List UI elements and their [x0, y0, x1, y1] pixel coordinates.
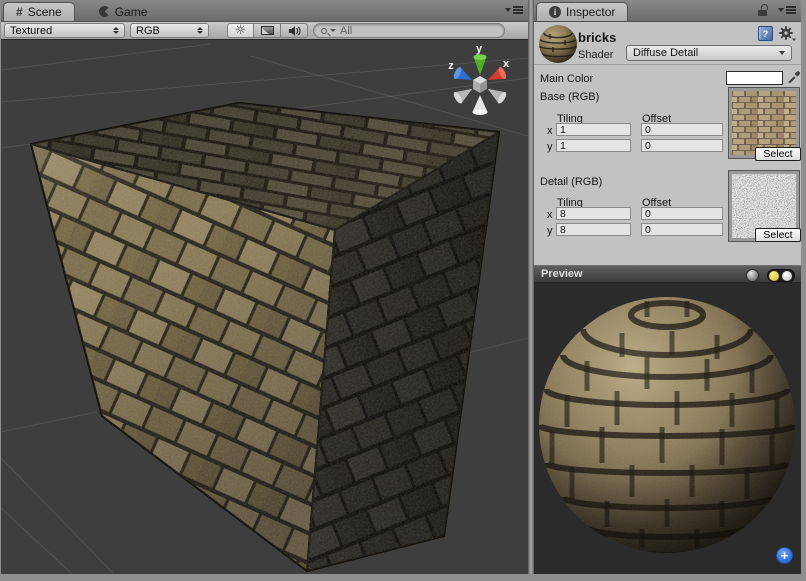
- light-on-icon: [769, 271, 779, 281]
- main-color-label: Main Color: [540, 73, 593, 85]
- detail-offset-x-input[interactable]: [641, 207, 723, 220]
- gizmo-z-label: z: [448, 60, 454, 72]
- search-icon: [321, 28, 327, 34]
- tab-scene[interactable]: # Scene: [3, 2, 75, 21]
- sun-icon: ☼: [235, 24, 247, 37]
- inspector-panel: i Inspector: [534, 0, 801, 574]
- detail-tiling-x-input[interactable]: [556, 207, 631, 220]
- scene-tabbar: # Scene Game: [1, 0, 528, 22]
- base-offset-x-input[interactable]: [641, 123, 723, 136]
- cube-grain-overlay: [31, 103, 499, 571]
- detail-select-button[interactable]: Select: [755, 228, 801, 242]
- preview-shape-button[interactable]: [746, 269, 759, 282]
- audio-toggle-button[interactable]: [281, 23, 308, 38]
- material-inspector: bricks Shader Diffuse Detail ?: [534, 22, 801, 265]
- base-tiling-y-input[interactable]: [556, 139, 631, 152]
- preview-add-button[interactable]: +: [776, 547, 793, 564]
- gizmo-x-label: x: [503, 58, 510, 70]
- help-icon[interactable]: ?: [758, 26, 773, 41]
- lock-icon[interactable]: [758, 4, 769, 17]
- base-select-button[interactable]: Select: [755, 147, 801, 161]
- material-preview-thumbnail: [538, 24, 578, 64]
- lighting-toggle-button[interactable]: ☼: [227, 23, 254, 38]
- tab-scene-label: Scene: [28, 5, 62, 19]
- gizmo-center-cube[interactable]: [473, 76, 487, 93]
- scene-panel: # Scene Game Textured RGB ☼: [1, 0, 528, 574]
- preview-header[interactable]: Preview: [534, 265, 801, 283]
- scene-toolbar: Textured RGB ☼: [1, 22, 528, 40]
- tab-inspector[interactable]: i Inspector: [536, 2, 628, 21]
- detail-y-label: y: [547, 225, 553, 237]
- detail-offset-y-input[interactable]: [641, 223, 723, 236]
- shader-dropdown[interactable]: Diffuse Detail: [626, 45, 792, 61]
- base-offset-y-input[interactable]: [641, 139, 723, 152]
- scene-search-field[interactable]: [313, 23, 505, 38]
- preview-body[interactable]: +: [534, 283, 801, 574]
- dropdown-arrow-icon: [779, 51, 785, 55]
- detail-section-title: Detail (RGB): [540, 176, 602, 188]
- base-y-label: y: [547, 141, 553, 153]
- gizmo-y-label: y: [476, 43, 483, 55]
- updown-arrows-icon: [113, 27, 119, 34]
- header-divider: [534, 64, 801, 65]
- base-tiling-x-input[interactable]: [556, 123, 631, 136]
- scene-viewport[interactable]: y x z: [1, 40, 528, 574]
- gizmo-z-axis[interactable]: [452, 66, 475, 86]
- detail-x-label: x: [547, 209, 553, 221]
- updown-arrows-icon: [197, 27, 203, 34]
- render-mode-dropdown[interactable]: Textured: [4, 23, 125, 38]
- scene-pane-menu-icon[interactable]: [505, 6, 523, 14]
- tab-game[interactable]: Game: [87, 2, 160, 21]
- search-input[interactable]: [336, 25, 497, 37]
- material-name: bricks: [578, 30, 616, 45]
- scene-toggle-buttons: ☼: [227, 23, 308, 38]
- main-color-swatch[interactable]: [726, 71, 783, 85]
- inspector-tabbar: i Inspector: [534, 0, 801, 22]
- image-icon: [261, 26, 274, 35]
- color-mode-dropdown[interactable]: RGB: [130, 23, 209, 38]
- eyedropper-icon[interactable]: [786, 69, 801, 84]
- scene-grid-icon: #: [16, 6, 23, 18]
- preview-title: Preview: [541, 268, 583, 280]
- light-off-icon: [782, 271, 792, 281]
- preview-sphere: [534, 283, 800, 574]
- detail-tiling-y-input[interactable]: [556, 223, 631, 236]
- gizmo-y-axis[interactable]: [474, 54, 487, 75]
- info-icon: i: [549, 6, 561, 18]
- gear-icon[interactable]: [779, 26, 797, 42]
- tab-game-label: Game: [115, 5, 148, 19]
- tab-inspector-label: Inspector: [566, 5, 615, 19]
- base-x-label: x: [547, 125, 553, 137]
- game-icon: [99, 6, 110, 17]
- base-section-title: Base (RGB): [540, 91, 599, 103]
- shader-label: Shader: [578, 49, 613, 61]
- speaker-icon: [288, 25, 301, 37]
- inspector-pane-menu-icon[interactable]: [778, 6, 796, 14]
- scene-orientation-gizmo[interactable]: y x z: [442, 42, 518, 122]
- preview-light-toggle[interactable]: [767, 269, 795, 282]
- unity-editor-window: # Scene Game Textured RGB ☼: [0, 0, 806, 581]
- skybox-toggle-button[interactable]: [254, 23, 281, 38]
